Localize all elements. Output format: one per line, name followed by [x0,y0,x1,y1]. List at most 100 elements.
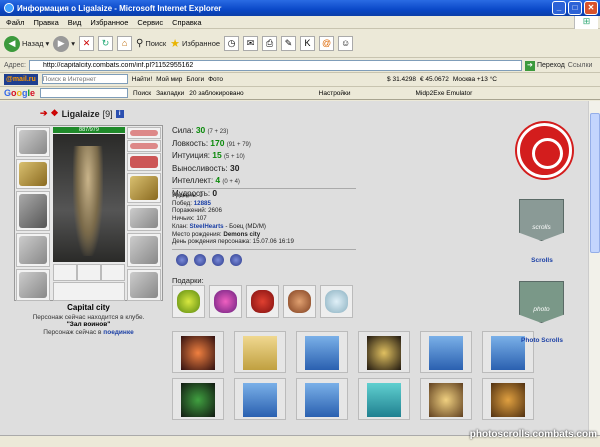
scrolls-banner-icon[interactable]: scrolls [519,199,564,241]
earrings-slot[interactable] [127,127,161,139]
minimize-button[interactable]: _ [552,1,566,15]
slot-row-bottom[interactable] [53,282,125,301]
forward-button[interactable]: ▶ ▾ [53,35,75,52]
clan-link[interactable]: SteelHearts [190,223,224,230]
info-icon[interactable]: i [115,109,124,118]
slot-small-2[interactable] [77,264,101,281]
home-icon[interactable]: ⌂ [117,36,133,51]
gloves-slot[interactable] [127,173,161,203]
blogs-link[interactable]: Блоги [186,76,204,83]
belt-slot[interactable] [16,269,50,301]
photo-link[interactable]: Фото [208,76,223,83]
vertical-scrollbar[interactable] [588,101,600,435]
stat-row: Сила: 30 (7 + 23) [172,125,229,135]
settings-button[interactable]: Настройки [319,90,351,97]
rings-slot[interactable] [127,153,161,171]
postcard[interactable] [482,378,534,420]
shield-slot[interactable] [127,205,161,231]
scroll-thumb[interactable] [590,113,600,253]
menu-tools[interactable]: Сервис [137,18,163,27]
stop-icon[interactable]: ✕ [79,36,95,51]
links-label[interactable]: Ссылки [568,62,593,69]
character-name: Ligalaize [61,108,100,119]
k-icon[interactable]: K [300,36,316,51]
my-world-link[interactable]: Мой мир [156,76,182,83]
wins-link[interactable]: 12885 [194,200,211,207]
postcard[interactable] [172,331,224,373]
postcard[interactable] [420,378,472,420]
weapon-slot[interactable] [16,191,50,231]
gift-item[interactable] [209,285,242,318]
google-search-button[interactable]: Поиск [133,90,151,97]
postcard[interactable] [234,331,286,373]
photo-scrolls-banner-icon[interactable]: photo [519,281,564,323]
menu-file[interactable]: Файл [6,18,24,27]
gift-item[interactable] [172,285,205,318]
postcard[interactable] [358,378,410,420]
menu-edit[interactable]: Правка [33,18,58,27]
clan-emblem-icon[interactable] [517,123,572,178]
photo-scrolls-link[interactable]: Photo Scrolls [512,337,572,344]
badge-icon[interactable] [176,254,188,266]
window-title: Информация о Ligalaize - Microsoft Inter… [17,3,222,13]
bracers-slot[interactable] [16,159,50,189]
boots-slot[interactable] [127,269,161,301]
armor-slot[interactable] [16,233,50,267]
stat-row: Выносливость: 30 [172,162,240,173]
badge-icon[interactable] [230,254,242,266]
favorites-button[interactable]: ★ Избранное [170,37,220,50]
address-input[interactable] [28,60,522,71]
edit-icon[interactable]: ✎ [281,36,297,51]
fight-status: Персонаж сейчас в поединке [43,329,134,336]
find-button[interactable]: Найти! [132,76,152,83]
stat-row: Интуиция: 15 (5 + 10) [172,150,245,160]
gift-item[interactable] [320,285,353,318]
mailru-logo[interactable]: @mail.ru [4,73,38,85]
google-logo: Google [4,88,36,98]
midp-button[interactable]: Midp2Exe Emulator [416,90,473,97]
postcard[interactable] [358,331,410,373]
refresh-icon[interactable]: ↻ [98,36,114,51]
bookmarks-button[interactable]: Закладки [156,90,184,97]
helmet-slot[interactable] [16,127,50,157]
postcard[interactable] [296,378,348,420]
google-search-input[interactable] [40,88,129,98]
postcard[interactable] [172,378,224,420]
location-text: Персонаж сейчас находится в клубе. [32,314,145,321]
gift-item[interactable] [246,285,279,318]
close-button[interactable]: ✕ [584,1,598,15]
fight-link[interactable]: поединке [103,329,133,336]
slot-small-1[interactable] [53,264,77,281]
amulet-slot[interactable] [127,140,161,152]
go-button[interactable]: ➜ Переход [524,60,565,71]
popup-blocker[interactable]: 20 заблокировано [189,90,243,97]
badge-icon[interactable] [212,254,224,266]
messenger-icon[interactable]: ☺ [338,36,354,51]
details-block: Уровень: 9 Побед: 12885 Поражений: 2606 … [172,192,294,246]
search-button[interactable]: ⚲ Поиск [136,38,166,49]
print-icon[interactable]: ⎙ [262,36,278,51]
menu-help[interactable]: Справка [172,18,201,27]
gift-item[interactable] [283,285,316,318]
character-figure [53,134,125,262]
slot-small-3[interactable] [101,264,125,281]
back-button[interactable]: ◀ Назад ▾ [4,35,49,52]
badge-icon[interactable] [194,254,206,266]
leggings-slot[interactable] [127,233,161,267]
menu-view[interactable]: Вид [68,18,82,27]
menu-favorites[interactable]: Избранное [90,18,128,27]
birthplace-row: Место рождения: Demons city [172,230,261,238]
maximize-button[interactable]: □ [568,1,582,15]
postcard[interactable] [234,378,286,420]
postcard[interactable] [420,331,472,373]
private-message-icon[interactable]: ➔ [40,108,48,119]
postcard[interactable] [296,331,348,373]
mailru-search-input[interactable] [41,74,128,84]
history-icon[interactable]: ◷ [224,36,240,51]
at-icon[interactable]: @ [319,36,335,51]
level-text: Уровень: 9 [172,192,203,199]
scrolls-link[interactable]: Scrolls [512,257,572,264]
mail-icon[interactable]: ✉ [243,36,259,51]
address-bar: Адрес: ➜Переход Ссылки [0,59,600,72]
clan-row: Клан: SteelHearts - Боец (MD/M) [172,222,266,230]
